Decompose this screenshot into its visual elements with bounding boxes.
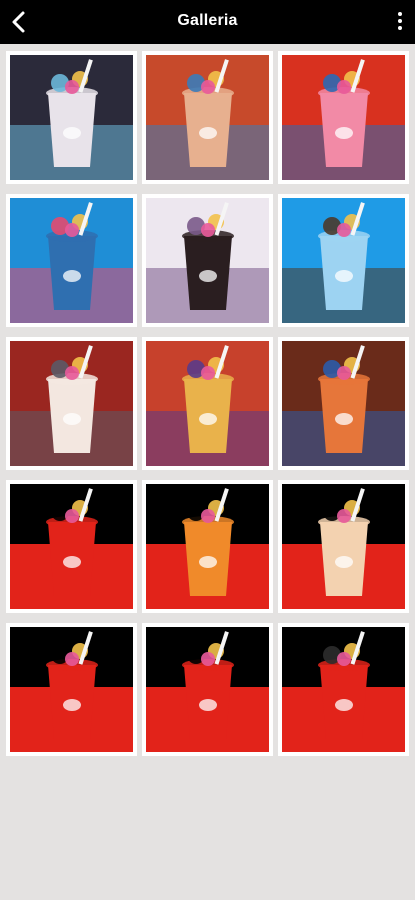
gallery-photo <box>10 627 133 752</box>
gallery-photo <box>282 198 405 323</box>
more-vertical-icon[interactable] <box>393 10 407 34</box>
photo-gallery <box>6 51 409 756</box>
gallery-photo-tile[interactable] <box>278 480 409 613</box>
gallery-photo-tile[interactable] <box>142 337 273 470</box>
gallery-photo <box>146 484 269 609</box>
gallery-photo <box>282 484 405 609</box>
gallery-photo-tile[interactable] <box>142 480 273 613</box>
gallery-photo <box>146 198 269 323</box>
gallery-photo-tile[interactable] <box>278 51 409 184</box>
gallery-photo-tile[interactable] <box>6 480 137 613</box>
gallery-photo <box>10 341 133 466</box>
gallery-photo-tile[interactable] <box>142 194 273 327</box>
gallery-photo <box>10 198 133 323</box>
app-header: Galleria <box>0 0 415 44</box>
gallery-photo-tile[interactable] <box>142 51 273 184</box>
page-title: Galleria <box>177 12 238 29</box>
gallery-photo <box>146 627 269 752</box>
gallery-photo <box>146 55 269 180</box>
gallery-photo <box>10 55 133 180</box>
gallery-photo <box>282 627 405 752</box>
gallery-photo-tile[interactable] <box>6 51 137 184</box>
gallery-photo <box>10 484 133 609</box>
gallery-photo-tile[interactable] <box>142 623 273 756</box>
gallery-photo-tile[interactable] <box>6 623 137 756</box>
gallery-photo-tile[interactable] <box>6 194 137 327</box>
gallery-photo-tile[interactable] <box>278 337 409 470</box>
gallery-photo <box>282 55 405 180</box>
gallery-photo <box>146 341 269 466</box>
gallery-photo-tile[interactable] <box>6 337 137 470</box>
gallery-photo-tile[interactable] <box>278 194 409 327</box>
gallery-photo <box>282 341 405 466</box>
gallery-photo-tile[interactable] <box>278 623 409 756</box>
